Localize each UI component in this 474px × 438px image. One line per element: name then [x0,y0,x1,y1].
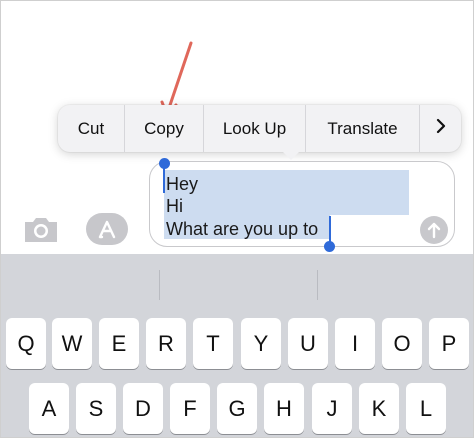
key-d[interactable]: D [123,383,163,434]
key-p[interactable]: P [429,318,469,369]
appstore-button[interactable] [86,213,128,245]
selection-end-handle[interactable] [324,241,335,252]
key-l[interactable]: L [406,383,446,434]
key-y[interactable]: Y [241,318,281,369]
key-a[interactable]: A [29,383,69,434]
menu-item-cut[interactable]: Cut [58,105,125,152]
selection-start-bar [163,167,165,193]
key-i[interactable]: I [335,318,375,369]
menu-pointer [282,151,300,160]
selection-end-bar [329,216,331,243]
appstore-icon [86,213,128,245]
menu-item-copy[interactable]: Copy [125,105,204,152]
suggestion-divider [317,270,318,300]
send-arrow-icon [427,222,441,239]
key-h[interactable]: H [264,383,304,434]
key-s[interactable]: S [76,383,116,434]
camera-button[interactable] [21,210,61,248]
key-j[interactable]: J [312,383,352,434]
menu-item-look-up[interactable]: Look Up [204,105,306,152]
key-g[interactable]: G [217,383,257,434]
message-line: Hey [166,174,199,194]
send-button[interactable] [420,216,448,244]
menu-more-button[interactable] [420,105,461,152]
key-u[interactable]: U [288,318,328,369]
camera-icon [25,218,57,242]
key-t[interactable]: T [193,318,233,369]
key-f[interactable]: F [170,383,210,434]
suggestion-divider [159,270,160,300]
key-k[interactable]: K [359,383,399,434]
menu-item-translate[interactable]: Translate [306,105,420,152]
key-e[interactable]: E [99,318,139,369]
edit-context-menu: Cut Copy Look Up Translate [58,105,461,152]
message-line: Hi [166,196,183,216]
key-w[interactable]: W [52,318,92,369]
selection-highlight [164,170,409,215]
message-line: What are you up to [166,219,319,239]
screenshot-frame: Cut Copy Look Up Translate Hey Hi What a… [0,0,474,438]
chevron-right-icon [436,118,446,139]
key-o[interactable]: O [382,318,422,369]
key-q[interactable]: Q [6,318,46,369]
key-r[interactable]: R [146,318,186,369]
